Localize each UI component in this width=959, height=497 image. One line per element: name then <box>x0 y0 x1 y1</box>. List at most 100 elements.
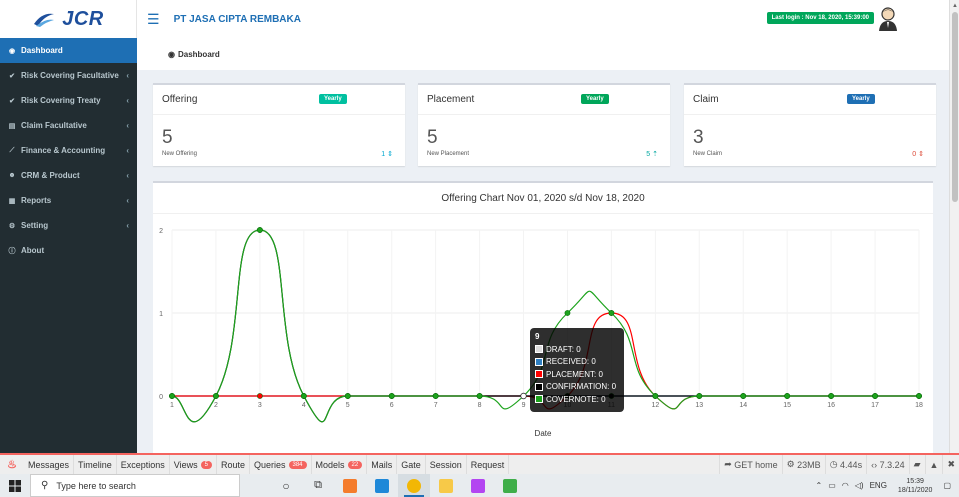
volume-icon[interactable]: ◁) <box>855 481 864 490</box>
language-indicator[interactable]: ENG <box>870 481 887 490</box>
debug-tab-views[interactable]: Views 5 <box>170 455 217 474</box>
php-text: 7.3.24 <box>879 459 905 470</box>
data-point-covernote <box>169 393 175 399</box>
clock-date: 18/11/2020 <box>897 486 933 494</box>
page-scrollbar[interactable]: ▲ <box>949 0 959 453</box>
sidebar-item-dashboard[interactable]: ◉ Dashboard <box>0 38 137 63</box>
debug-tab-mails[interactable]: Mails <box>367 455 398 474</box>
scrollbar-thumb[interactable] <box>952 12 958 202</box>
xampp-icon[interactable] <box>334 474 366 497</box>
windows-taskbar: ⚲ Type here to search ○ ⧉ ⌃ ▭ ◠ ◁) ENG 1… <box>0 474 959 497</box>
phpstorm-icon[interactable] <box>462 474 494 497</box>
debug-tab-timeline[interactable]: Timeline <box>74 455 117 474</box>
notification-icon[interactable]: ▢ <box>943 481 951 490</box>
offering-chart: 012123456789101112131415161718Date <box>159 227 923 438</box>
collapse-icon[interactable]: ▲ <box>924 455 943 474</box>
box-value: 5 <box>427 127 438 148</box>
sidebar-item-label: Risk Covering Treaty <box>21 96 101 105</box>
sidebar-item-label: Reports <box>21 196 52 205</box>
yearly-badge[interactable]: Yearly <box>319 94 347 104</box>
x-tick-label: 12 <box>651 402 659 409</box>
x-tick-label: 15 <box>783 402 791 409</box>
debug-bar: ♨ Messages Timeline Exceptions Views 5 Ro… <box>0 453 959 474</box>
tooltip-row: COVERNOTE: 0 <box>535 393 619 406</box>
app-green-icon[interactable] <box>494 474 526 497</box>
debug-tab-label: Session <box>429 459 462 470</box>
debug-tab-messages[interactable]: Messages <box>24 455 75 474</box>
task-view-icon[interactable]: ⧉ <box>302 474 334 497</box>
chrome-icon[interactable] <box>398 474 430 497</box>
chevron-left-icon: ‹ <box>126 146 129 155</box>
close-icon[interactable]: ✖ <box>942 455 959 474</box>
data-point-placement <box>256 393 263 399</box>
debug-tab-session[interactable]: Session <box>426 455 467 474</box>
sidebar-item-risk-covering-facultative[interactable]: ✔ Risk Covering Facultative ‹ <box>0 63 137 88</box>
x-tick-label: 16 <box>827 402 835 409</box>
y-tick-label: 0 <box>159 394 163 401</box>
x-tick-label: 18 <box>915 402 923 409</box>
sidebar-item-crm-product[interactable]: ☻ CRM & Product ‹ <box>0 163 137 188</box>
debug-tab-label: Mails <box>371 459 393 470</box>
wifi-icon[interactable]: ◠ <box>842 481 849 490</box>
box-title: Claim <box>693 94 719 105</box>
battery-icon[interactable]: ▭ <box>828 481 836 490</box>
debug-tab-exceptions[interactable]: Exceptions <box>117 455 170 474</box>
chevron-up-icon[interactable]: ⌃ <box>816 481 823 490</box>
yearly-badge[interactable]: Yearly <box>581 94 609 104</box>
sidebar-item-label: Dashboard <box>21 46 63 55</box>
hamburger-menu-icon[interactable]: ☰ <box>147 11 160 28</box>
debug-tab-gate[interactable]: Gate <box>397 455 426 474</box>
data-point-covernote <box>300 393 307 399</box>
gear-icon: ⚙ <box>786 459 798 469</box>
sidebar-item-label: Setting <box>21 221 49 230</box>
sidebar-item-finance-accounting[interactable]: ⟋ Finance & Accounting ‹ <box>0 138 137 163</box>
debug-tab-queries[interactable]: Queries 384 <box>250 455 312 474</box>
data-point-covernote <box>608 310 615 316</box>
route-info[interactable]: ➦ GET home <box>719 455 781 474</box>
scroll-up-arrow-icon[interactable]: ▲ <box>952 3 958 9</box>
memory-text: 23MB <box>797 459 821 470</box>
sidebar-item-reports[interactable]: ▦ Reports ‹ <box>0 188 137 213</box>
app-logo[interactable]: JCR <box>0 0 137 38</box>
debug-tab-label: Messages <box>28 459 70 470</box>
sidebar-item-claim-facultative[interactable]: ▤ Claim Facultative ‹ <box>0 113 137 138</box>
folder-icon[interactable]: ▰ <box>908 455 925 474</box>
clock-time: 15:39 <box>906 477 924 485</box>
debugbar-logo-icon[interactable]: ♨ <box>0 458 24 471</box>
sidebar-item-risk-covering-treaty[interactable]: ✔ Risk Covering Treaty ‹ <box>0 88 137 113</box>
debug-tab-request[interactable]: Request <box>467 455 510 474</box>
debug-tab-route[interactable]: Route <box>217 455 250 474</box>
box-value: 5 <box>162 127 173 148</box>
file-explorer-icon[interactable] <box>430 474 462 497</box>
tooltip-row: PLACEMENT: 0 <box>535 368 619 381</box>
box-header: Placement Yearly <box>418 85 670 115</box>
debug-tab-label: Views <box>173 459 198 470</box>
system-tray: ⌃ ▭ ◠ ◁) ENG 15:39 18/11/2020 ▢ <box>813 474 959 497</box>
line-chart-icon: ⟋ <box>9 146 15 154</box>
debug-tab-label: Timeline <box>78 459 112 470</box>
box-header: Offering Yearly <box>153 85 405 115</box>
count-badge: 22 <box>347 460 363 469</box>
box-header: Claim Yearly <box>684 85 936 115</box>
search-icon: ⚲ <box>41 480 49 491</box>
tooltip-row-text: RECEIVED: 0 <box>546 357 596 367</box>
tooltip-row-text: PLACEMENT: 0 <box>546 369 603 379</box>
debug-tab-models[interactable]: Models 22 <box>312 455 368 474</box>
start-button[interactable] <box>0 474 30 497</box>
taskbar-clock[interactable]: 15:39 18/11/2020 <box>898 477 933 495</box>
company-name: PT JASA CIPTA REMBAKA <box>173 13 301 25</box>
vscode-icon[interactable] <box>366 474 398 497</box>
yearly-badge[interactable]: Yearly <box>847 94 875 104</box>
data-point-covernote <box>388 393 395 399</box>
info-icon: ⓘ <box>8 247 16 255</box>
sidebar-item-about[interactable]: ⓘ About <box>0 238 137 263</box>
user-avatar-icon[interactable] <box>877 6 899 32</box>
data-point-covernote <box>740 393 747 399</box>
taskbar-search-input[interactable]: ⚲ Type here to search <box>30 474 240 497</box>
x-tick-label: 6 <box>390 402 394 409</box>
tooltip-row-text: DRAFT: 0 <box>546 344 581 354</box>
cortana-icon[interactable]: ○ <box>270 474 302 497</box>
check-circle-icon: ✔ <box>9 72 15 80</box>
chevron-left-icon: ‹ <box>126 71 129 80</box>
sidebar-item-setting[interactable]: ⚙ Setting ‹ <box>0 213 137 238</box>
